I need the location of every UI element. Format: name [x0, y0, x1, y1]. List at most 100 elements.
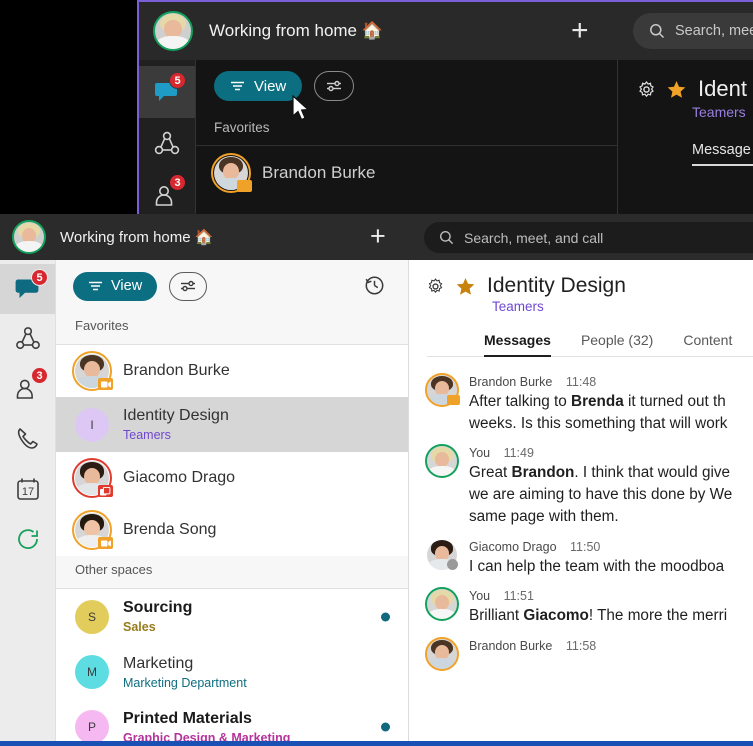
bg-detail-tab[interactable]: Message — [692, 142, 753, 166]
bg-nav-rail[interactable]: 5 3 — [139, 60, 195, 214]
bg-view-label: View — [254, 77, 287, 95]
message-time: 11:50 — [570, 539, 601, 554]
message-body: Giacomo Drago 11:50 I can help the team … — [469, 540, 753, 578]
presenting-presence-icon — [98, 485, 113, 498]
section-label-favorites: Favorites — [75, 318, 129, 333]
bg-detail-subtitle[interactable]: Teamers — [692, 104, 753, 120]
avatar-initial: I — [75, 407, 109, 442]
message-body: Brandon Burke 11:48 After talking to Bre… — [469, 375, 753, 434]
message-time: 11:48 — [565, 375, 597, 389]
search-placeholder: Search, meet, and call — [464, 229, 604, 246]
history-clock-icon — [365, 276, 384, 295]
message-time: 11:49 — [503, 446, 534, 461]
tab-people[interactable]: People (32) — [581, 332, 653, 357]
list-item[interactable]: P Printed Materials Graphic Design & Mar… — [56, 699, 408, 746]
avatar-initial: P — [75, 710, 109, 745]
window-body: 5 3 17 View Favorites Brandon Burke I Id… — [0, 260, 753, 746]
avatar-initial: M — [75, 655, 109, 690]
message-meta: You 11:51 — [469, 589, 753, 603]
list-item[interactable]: Giacomo Drago — [56, 452, 408, 505]
bg-contacts-badge: 3 — [169, 174, 186, 191]
nav-rail[interactable]: 5 3 17 — [0, 260, 56, 746]
background-window[interactable]: Working from home 🏠 + Search, mee 5 3 Vi… — [137, 0, 753, 214]
bg-rail-item-spaces[interactable] — [139, 118, 195, 170]
add-button[interactable]: + — [370, 223, 386, 250]
bg-row-avatar — [211, 153, 252, 193]
bg-chat-badge: 5 — [169, 72, 186, 89]
bg-filter-button[interactable] — [314, 71, 355, 101]
message-text: I can help the team with the moodboa — [469, 557, 725, 575]
avatar-initial: S — [75, 599, 109, 634]
desktop-background — [0, 0, 137, 214]
message-body: You 11:51 Brilliant Giacomo! The more th… — [469, 589, 753, 627]
star-icon[interactable] — [456, 277, 475, 296]
avatar: S — [75, 599, 109, 634]
avatar: M — [75, 655, 109, 690]
view-button[interactable]: View — [73, 271, 158, 301]
message-body: You 11:49 Great Brandon. I think that wo… — [469, 446, 753, 527]
video-presence-icon — [98, 378, 113, 390]
away-presence-icon — [447, 558, 458, 570]
page-title: Identity Design — [487, 274, 626, 297]
tab-content[interactable]: Content — [683, 332, 732, 357]
tab-messages[interactable]: Messages — [484, 332, 551, 357]
filter-sliders-icon — [181, 280, 196, 292]
star-icon[interactable] — [667, 80, 686, 99]
avatar — [425, 637, 459, 672]
message-item: Giacomo Drago 11:50 I can help the team … — [409, 534, 753, 584]
list-item[interactable]: Brandon Burke — [56, 345, 408, 397]
gear-icon[interactable] — [638, 80, 655, 98]
list-lines-icon — [89, 281, 102, 291]
search-input[interactable]: Search, meet, and call — [424, 222, 753, 253]
bg-detail-tab-label: Message — [692, 142, 751, 158]
bg-row-name: Brandon Burke — [262, 163, 376, 182]
list-item-name: Printed Materials — [123, 709, 252, 727]
conversation-subtitle[interactable]: Teamers — [492, 299, 753, 314]
list-lines-icon — [231, 81, 244, 91]
filter-button[interactable] — [169, 271, 208, 301]
message-item: You 11:49 Great Brandon. I think that wo… — [409, 440, 753, 533]
video-presence-icon — [447, 395, 460, 405]
message-meta: Brandon Burke 11:48 — [469, 375, 753, 389]
list-item-name: Brenda Song — [123, 521, 217, 539]
list-item[interactable]: Brenda Song — [56, 504, 408, 557]
bg-view-button[interactable]: View — [214, 71, 303, 101]
bg-search-input[interactable]: Search, mee — [633, 13, 753, 49]
list-item[interactable]: M Marketing Marketing Department — [56, 644, 408, 700]
avatar: P — [75, 710, 109, 745]
status-text[interactable]: Working from home 🏠 — [60, 228, 213, 246]
sidebar-item-refresh[interactable] — [0, 514, 55, 564]
bg-detail-panel: Ident Teamers Message — [617, 60, 753, 214]
main-window[interactable]: Working from home 🏠 + Search, meet, and … — [0, 214, 753, 746]
gear-icon[interactable] — [427, 277, 444, 295]
sidebar-item-calls[interactable] — [0, 414, 55, 464]
chat-list-panel: View Favorites Brandon Burke I Identity … — [56, 260, 409, 746]
sidebar-item-calendar[interactable]: 17 — [0, 464, 55, 514]
avatar — [72, 510, 113, 551]
unread-indicator — [381, 612, 390, 622]
view-button-label: View — [111, 278, 143, 294]
list-item[interactable]: S Sourcing Sales — [56, 589, 408, 645]
tab-bar[interactable]: Messages People (32) Content — [484, 332, 753, 357]
bg-search-placeholder: Search, mee — [675, 23, 753, 39]
message-body: Brandon Burke 11:58 — [469, 639, 753, 669]
message-item: Brandon Burke 11:48 After talking to Bre… — [409, 369, 753, 440]
list-item-subtitle: Sales — [123, 620, 156, 635]
list-item-subtitle: Marketing Department — [123, 675, 247, 690]
history-button[interactable] — [363, 273, 386, 301]
user-avatar[interactable] — [12, 220, 46, 254]
message-meta: Giacomo Drago 11:50 — [469, 540, 753, 554]
bg-user-avatar[interactable] — [153, 11, 193, 51]
sidebar-item-spaces[interactable] — [0, 314, 55, 364]
bg-add-button[interactable]: + — [571, 16, 589, 46]
taskbar-strip — [0, 741, 753, 746]
sidebar-item-chat[interactable]: 5 — [0, 264, 55, 314]
list-item-selected[interactable]: I Identity Design Teamers — [56, 397, 408, 453]
bg-rail-item-chat[interactable]: 5 — [139, 66, 195, 118]
sidebar-item-contacts[interactable]: 3 — [0, 364, 55, 414]
message-meta: Brandon Burke 11:58 — [469, 639, 753, 653]
screen-root: Working from home 🏠 + Search, mee 5 3 Vi… — [0, 0, 753, 746]
bg-rail-item-contacts[interactable]: 3 — [139, 170, 195, 214]
message-author: Brandon Burke — [469, 375, 553, 389]
bg-status-text[interactable]: Working from home 🏠 — [209, 21, 383, 41]
